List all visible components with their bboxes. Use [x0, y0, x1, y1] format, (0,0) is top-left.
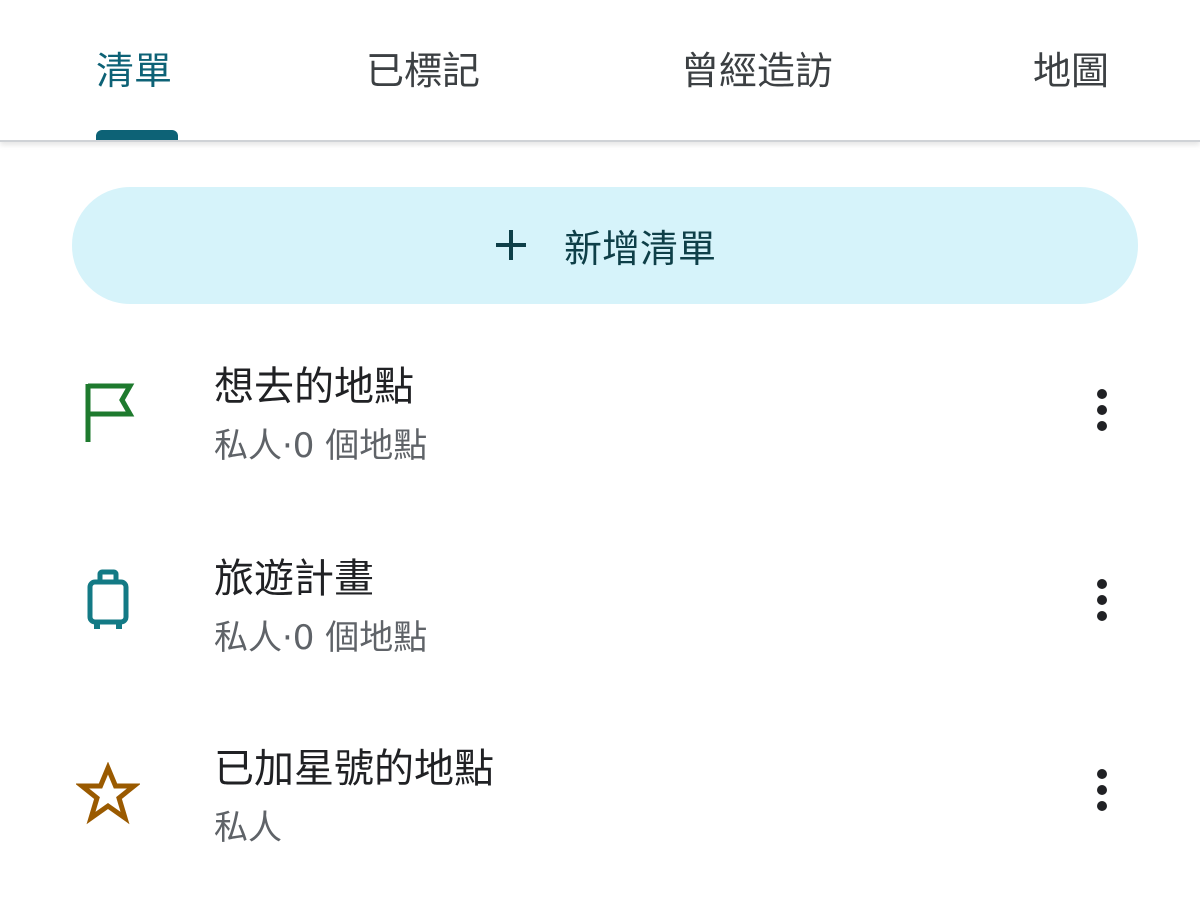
list-subtitle: 私人 [214, 808, 282, 848]
tab-lists-label: 清單 [96, 49, 173, 93]
list-subtitle: 私人·0 個地點 [214, 618, 428, 658]
list-item-want-to-go[interactable]: 想去的地點 私人·0 個地點 [0, 330, 1200, 490]
list-item-starred-places[interactable]: 已加星號的地點 私人 [0, 712, 1200, 872]
star-icon [74, 761, 142, 826]
list-title: 想去的地點 [214, 364, 414, 410]
suitcase-icon [76, 568, 140, 632]
more-options-icon[interactable] [1082, 570, 1122, 630]
tab-labeled-label: 已標記 [366, 49, 481, 93]
tab-maps-label: 地圖 [1033, 49, 1110, 93]
list-subtitle: 私人·0 個地點 [214, 426, 428, 466]
tab-bar: 清單 已標記 曾經造訪 地圖 [0, 0, 1200, 142]
new-list-button[interactable]: 新增清單 [72, 187, 1138, 304]
flag-icon [76, 380, 140, 444]
tab-visited-label: 曾經造訪 [681, 49, 834, 93]
more-options-icon[interactable] [1082, 380, 1122, 440]
list-item-travel-plans[interactable]: 旅遊計畫 私人·0 個地點 [0, 520, 1200, 680]
list-title: 已加星號的地點 [214, 746, 494, 792]
new-list-label: 新增清單 [563, 227, 716, 271]
active-tab-indicator [96, 130, 178, 140]
plus-icon [494, 223, 528, 269]
more-options-icon[interactable] [1082, 760, 1122, 820]
list-title: 旅遊計畫 [214, 556, 374, 602]
